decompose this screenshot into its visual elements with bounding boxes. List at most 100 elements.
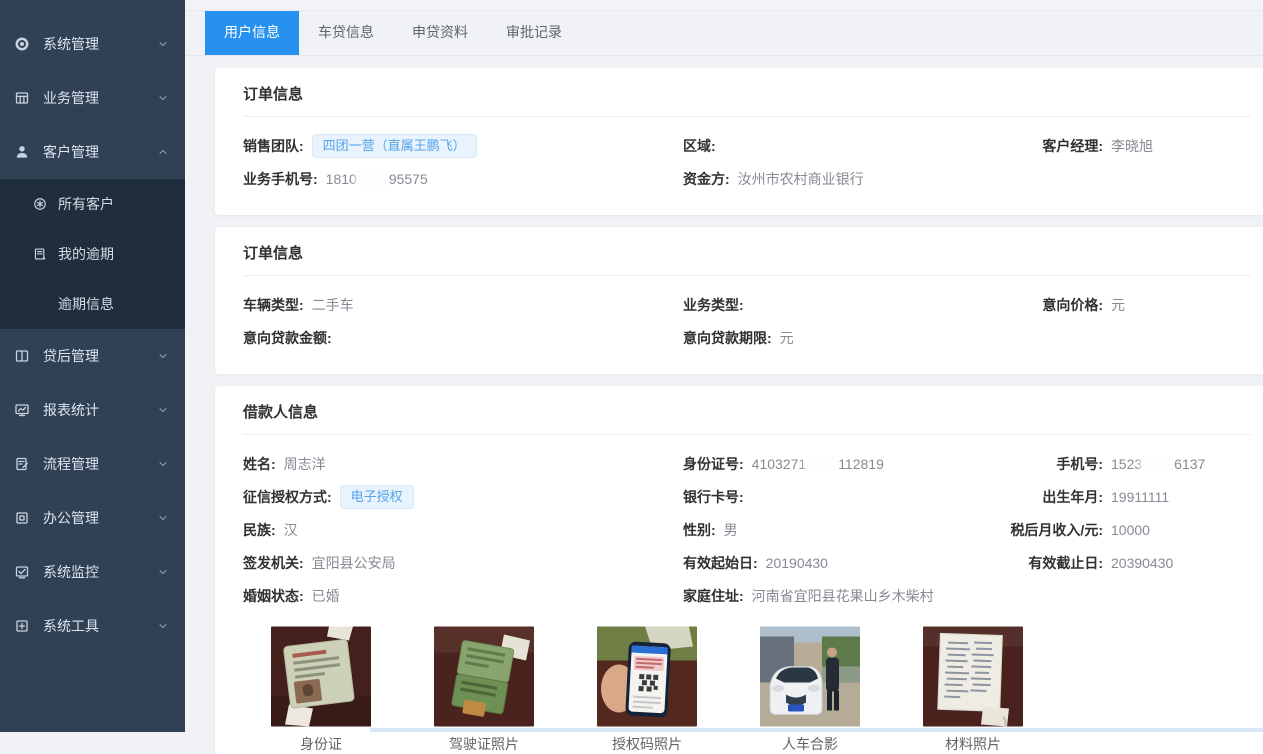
sidebar-item-label: 系统工具 — [43, 616, 99, 636]
field-sales-team: 销售团队: 四团一营（直属王鹏飞） — [243, 134, 683, 158]
sidebar-item-overdue-info[interactable]: 逾期信息 — [0, 279, 185, 329]
sidebar-item-label: 所有客户 — [58, 194, 114, 214]
sidebar-item-process-mgmt[interactable]: 流程管理 — [0, 437, 185, 491]
field-home-address: 家庭住址: 河南省宜阳县花果山乡木柴村 — [683, 586, 985, 606]
tab-car-loan-info[interactable]: 车贷信息 — [299, 11, 393, 55]
field-id-number: 身份证号: 4103271112819 — [683, 454, 985, 474]
redaction-blur — [357, 171, 389, 186]
field-marital-status: 婚姻状态: 已婚 — [243, 586, 683, 606]
borrower-photos: 身份证 — [243, 612, 1251, 754]
field-intent-loan-term: 意向贷款期限: 元 — [683, 328, 985, 348]
field-valid-from: 有效起始日: 20190430 — [683, 553, 985, 573]
photo-caption: 人车合影 — [760, 734, 860, 754]
sales-team-tag[interactable]: 四团一营（直属王鹏飞） — [312, 134, 477, 158]
chevron-down-icon — [157, 92, 169, 104]
field-credit-auth: 征信授权方式: 电子授权 — [243, 485, 683, 509]
field-birth: 出生年月: 19911111 — [985, 487, 1251, 507]
tab-approval-records[interactable]: 审批记录 — [487, 11, 581, 55]
field-funder: 资金方: 汝州市农村商业银行 — [683, 169, 985, 189]
tab-bar: 用户信息 车贷信息 申贷资料 审批记录 — [185, 11, 1263, 56]
field-intent-loan-amount: 意向贷款金额: — [243, 328, 683, 348]
field-ethnicity: 民族: 汉 — [243, 520, 683, 540]
photo-caption: 材料照片 — [923, 734, 1023, 754]
field-intent-price: 意向价格: 元 — [985, 295, 1251, 315]
sidebar-item-all-customers[interactable]: 所有客户 — [0, 179, 185, 229]
sidebar-item-label: 业务管理 — [43, 88, 99, 108]
top-strip — [185, 0, 1263, 11]
field-business-phone: 业务手机号: 181095575 — [243, 169, 683, 189]
gear-icon — [14, 36, 30, 52]
sidebar-item-label: 逾期信息 — [58, 294, 114, 314]
sidebar-item-system-tools[interactable]: 系统工具 — [0, 599, 185, 653]
card-title: 订单信息 — [243, 68, 1251, 117]
sidebar-item-label: 办公管理 — [43, 508, 99, 528]
card-title: 借款人信息 — [243, 386, 1251, 435]
chevron-down-icon — [157, 566, 169, 578]
chevron-down-icon — [157, 512, 169, 524]
book-icon — [14, 348, 30, 364]
sidebar-item-system-monitor[interactable]: 系统监控 — [0, 545, 185, 599]
sidebar-item-label: 流程管理 — [43, 454, 99, 474]
field-region: 区域: — [683, 136, 985, 156]
horizontal-scrollbar[interactable] — [370, 728, 1263, 732]
sidebar-item-office-mgmt[interactable]: 办公管理 — [0, 491, 185, 545]
tab-user-info[interactable]: 用户信息 — [205, 11, 299, 55]
card-title: 订单信息 — [243, 227, 1251, 276]
field-mobile: 手机号: 15236137 — [985, 454, 1251, 474]
sidebar-item-label: 系统管理 — [43, 34, 99, 54]
user-icon — [14, 144, 30, 160]
sidebar-item-label: 客户管理 — [43, 142, 99, 162]
tab-loan-application-docs[interactable]: 申贷资料 — [393, 11, 487, 55]
chevron-down-icon — [157, 404, 169, 416]
photo-handwritten-doc[interactable] — [923, 626, 1023, 727]
sidebar-item-customer-mgmt[interactable]: 客户管理 — [0, 125, 185, 179]
chevron-down-icon — [157, 350, 169, 362]
sidebar-item-report-stats[interactable]: 报表统计 — [0, 383, 185, 437]
photo-id-card[interactable] — [271, 626, 371, 727]
badge-circle-icon — [33, 197, 47, 211]
borrower-info-card: 借款人信息 姓名: 周志洋 身份证号: 4103271112819 手机号: 1… — [215, 386, 1263, 754]
field-name: 姓名: 周志洋 — [243, 454, 683, 474]
sidebar: 系统管理 业务管理 客户管理 所有客户 我的逾期 逾期信息 — [0, 0, 185, 732]
order-info-card: 订单信息 销售团队: 四团一营（直属王鹏飞） 区域: 客户经理: 李晓旭 业务手 — [215, 68, 1263, 215]
credit-auth-tag: 电子授权 — [340, 485, 414, 509]
clipboard-pen-icon — [14, 456, 30, 472]
field-gender: 性别: 男 — [683, 520, 985, 540]
box-plus-icon — [14, 618, 30, 634]
sidebar-item-label: 贷后管理 — [43, 346, 99, 366]
field-business-type: 业务类型: — [683, 295, 985, 315]
sidebar-item-label: 系统监控 — [43, 562, 99, 582]
chevron-up-icon — [157, 146, 169, 158]
monitor-chart-icon — [14, 402, 30, 418]
photo-license-booklet[interactable] — [434, 626, 534, 727]
sidebar-item-business-mgmt[interactable]: 业务管理 — [0, 71, 185, 125]
grid-icon — [14, 90, 30, 106]
customer-submenu: 所有客户 我的逾期 逾期信息 — [0, 179, 185, 329]
photo-caption: 身份证 — [271, 734, 371, 754]
redaction-blur — [1142, 456, 1174, 471]
photo-caption: 驾驶证照片 — [434, 734, 534, 754]
chevron-down-icon — [157, 620, 169, 632]
sidebar-item-my-overdue[interactable]: 我的逾期 — [0, 229, 185, 279]
photo-caption: 授权码照片 — [597, 734, 697, 754]
loan-intent-card: 订单信息 车辆类型: 二手车 业务类型: 意向价格: 元 意向贷款金额: — [215, 227, 1263, 374]
redaction-blur — [806, 456, 838, 471]
field-income: 税后月收入/元: 10000 — [985, 520, 1251, 540]
notebook-icon — [33, 247, 47, 261]
sidebar-item-system-mgmt[interactable]: 系统管理 — [0, 17, 185, 71]
square-inset-icon — [14, 510, 30, 526]
field-issuer: 签发机关: 宜阳县公安局 — [243, 553, 683, 573]
monitor-check-icon — [14, 564, 30, 580]
field-account-manager: 客户经理: 李晓旭 — [985, 136, 1251, 156]
sidebar-item-label: 报表统计 — [43, 400, 99, 420]
photo-qr-auth[interactable] — [597, 626, 697, 727]
chevron-down-icon — [157, 458, 169, 470]
field-valid-to: 有效截止日: 20390430 — [985, 553, 1251, 573]
field-bank-card: 银行卡号: — [683, 487, 985, 507]
sidebar-item-postloan-mgmt[interactable]: 贷后管理 — [0, 329, 185, 383]
field-vehicle-type: 车辆类型: 二手车 — [243, 295, 683, 315]
chevron-down-icon — [157, 38, 169, 50]
sidebar-item-label: 我的逾期 — [58, 244, 114, 264]
main-content: 用户信息 车贷信息 申贷资料 审批记录 订单信息 销售团队: 四团一营（直属王鹏… — [185, 0, 1263, 732]
photo-person-car[interactable] — [760, 626, 860, 727]
